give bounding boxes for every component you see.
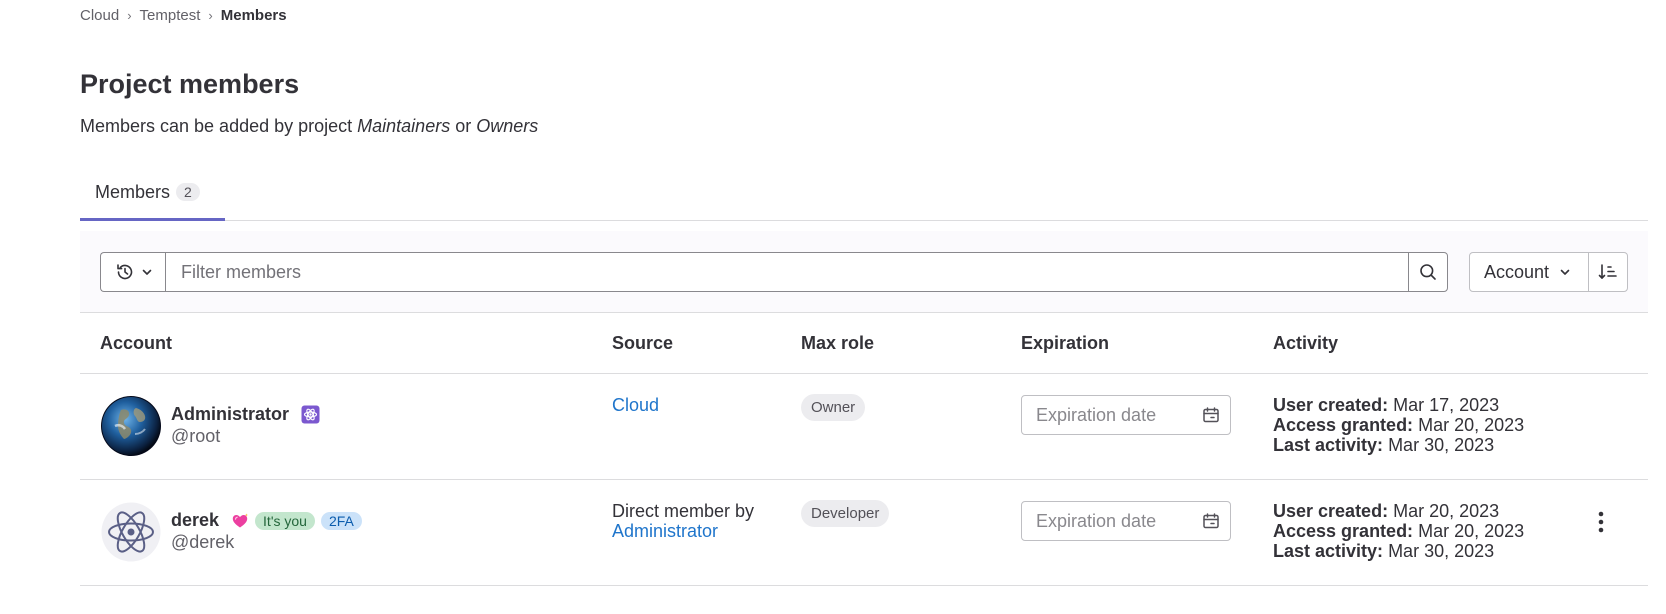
member-activity: User created: Mar 20, 2023 Access grante… <box>1273 501 1524 561</box>
user-created-label: User created: <box>1273 501 1389 521</box>
filter-bar: Account <box>80 231 1648 313</box>
kebab-menu-icon <box>1598 511 1604 533</box>
breadcrumb-item-temptest[interactable]: Temptest <box>140 7 201 24</box>
its-you-badge: It's you <box>255 511 315 530</box>
member-actions-button[interactable] <box>1588 507 1614 537</box>
sort-by-dropdown[interactable]: Account <box>1469 252 1589 292</box>
breadcrumb-item-cloud[interactable]: Cloud <box>80 7 119 24</box>
access-granted-label: Access granted: <box>1273 415 1414 435</box>
activity-access-granted: Access granted: Mar 20, 2023 <box>1273 415 1524 435</box>
access-granted-value: Mar 20, 2023 <box>1418 521 1525 541</box>
tab-members-label: Members <box>95 181 171 202</box>
tab-members[interactable]: Members 2 <box>80 166 225 221</box>
chevron-down-icon <box>1560 269 1570 275</box>
table-row: derek It's you 2FA @derek Direct member … <box>80 480 1648 586</box>
expiration-placeholder: Expiration date <box>1036 404 1157 425</box>
sort-ascending-icon <box>1598 264 1617 279</box>
search-button[interactable] <box>1408 252 1448 292</box>
history-icon <box>116 264 132 280</box>
role-owners: Owners <box>476 116 539 136</box>
sort-by-label: Account <box>1484 261 1550 282</box>
search-icon <box>1420 264 1436 280</box>
tabs-bar: Members 2 <box>80 166 1648 221</box>
sort-direction-button[interactable] <box>1588 252 1628 292</box>
table-row: Administrator @root Cloud Owner Expirati… <box>80 374 1648 480</box>
chevron-down-icon <box>142 269 151 275</box>
breadcrumb-separator: › <box>208 8 213 23</box>
member-username: @root <box>171 426 221 446</box>
sparkling-heart-icon[interactable] <box>231 512 249 530</box>
last-activity-label: Last activity: <box>1273 435 1384 455</box>
last-activity-value: Mar 30, 2023 <box>1388 435 1495 455</box>
user-created-label: User created: <box>1273 395 1389 415</box>
activity-user-created: User created: Mar 20, 2023 <box>1273 501 1524 521</box>
calendar-icon <box>1203 407 1219 423</box>
breadcrumb-separator: › <box>127 8 132 23</box>
atom-avatar-image <box>101 502 161 562</box>
earth-avatar-image <box>101 396 161 456</box>
last-activity-value: Mar 30, 2023 <box>1388 541 1495 561</box>
member-name-line: Administrator <box>171 404 320 425</box>
page-title: Project members <box>80 69 300 99</box>
header-max-role[interactable]: Max role <box>801 333 874 354</box>
max-role-badge: Owner <box>801 394 866 421</box>
activity-last-activity: Last activity: Mar 30, 2023 <box>1273 541 1524 561</box>
header-source: Source <box>612 333 674 353</box>
user-created-value: Mar 20, 2023 <box>1393 501 1500 521</box>
header-account[interactable]: Account <box>100 333 172 354</box>
role-maintainers: Maintainers <box>357 116 451 136</box>
breadcrumb: Cloud › Temptest › Members <box>80 7 287 24</box>
activity-user-created: User created: Mar 17, 2023 <box>1273 395 1524 415</box>
description-or: or <box>450 116 477 136</box>
header-expiration: Expiration <box>1021 333 1110 353</box>
admin-icon <box>301 405 320 424</box>
source-info: Direct member by Administrator <box>612 501 754 541</box>
header-activity: Activity <box>1273 333 1339 353</box>
source-link[interactable]: Administrator <box>612 521 754 541</box>
expiration-date-input[interactable]: Expiration date <box>1021 395 1231 435</box>
table-header: Account Source Max role Expiration Activ… <box>80 313 1648 374</box>
member-name-line: derek It's you 2FA <box>171 510 362 531</box>
2fa-badge: 2FA <box>320 511 362 530</box>
page-description: Members can be added by project Maintain… <box>80 116 538 137</box>
avatar[interactable] <box>101 396 161 456</box>
calendar-icon <box>1203 513 1219 529</box>
description-prefix: Members can be added by project <box>80 116 358 136</box>
activity-last-activity: Last activity: Mar 30, 2023 <box>1273 435 1524 455</box>
recent-searches-button[interactable] <box>100 252 166 292</box>
access-granted-value: Mar 20, 2023 <box>1418 415 1525 435</box>
tab-members-count: 2 <box>176 183 200 201</box>
activity-access-granted: Access granted: Mar 20, 2023 <box>1273 521 1524 541</box>
member-name[interactable]: Administrator <box>171 404 289 425</box>
max-role-badge: Developer <box>801 500 890 527</box>
breadcrumb-item-members[interactable]: Members <box>221 7 287 24</box>
source-link[interactable]: Cloud <box>612 395 659 416</box>
expiration-date-input[interactable]: Expiration date <box>1021 501 1231 541</box>
member-name[interactable]: derek <box>171 510 219 531</box>
access-granted-label: Access granted: <box>1273 521 1414 541</box>
last-activity-label: Last activity: <box>1273 541 1384 561</box>
members-table: Account Source Max role Expiration Activ… <box>80 313 1648 586</box>
filter-members-input[interactable] <box>165 252 1409 292</box>
expiration-placeholder: Expiration date <box>1036 510 1157 531</box>
user-created-value: Mar 17, 2023 <box>1393 395 1500 415</box>
member-activity: User created: Mar 17, 2023 Access grante… <box>1273 395 1524 455</box>
avatar[interactable] <box>101 502 161 562</box>
source-prefix: Direct member by <box>612 501 755 521</box>
member-username: @derek <box>171 532 235 552</box>
